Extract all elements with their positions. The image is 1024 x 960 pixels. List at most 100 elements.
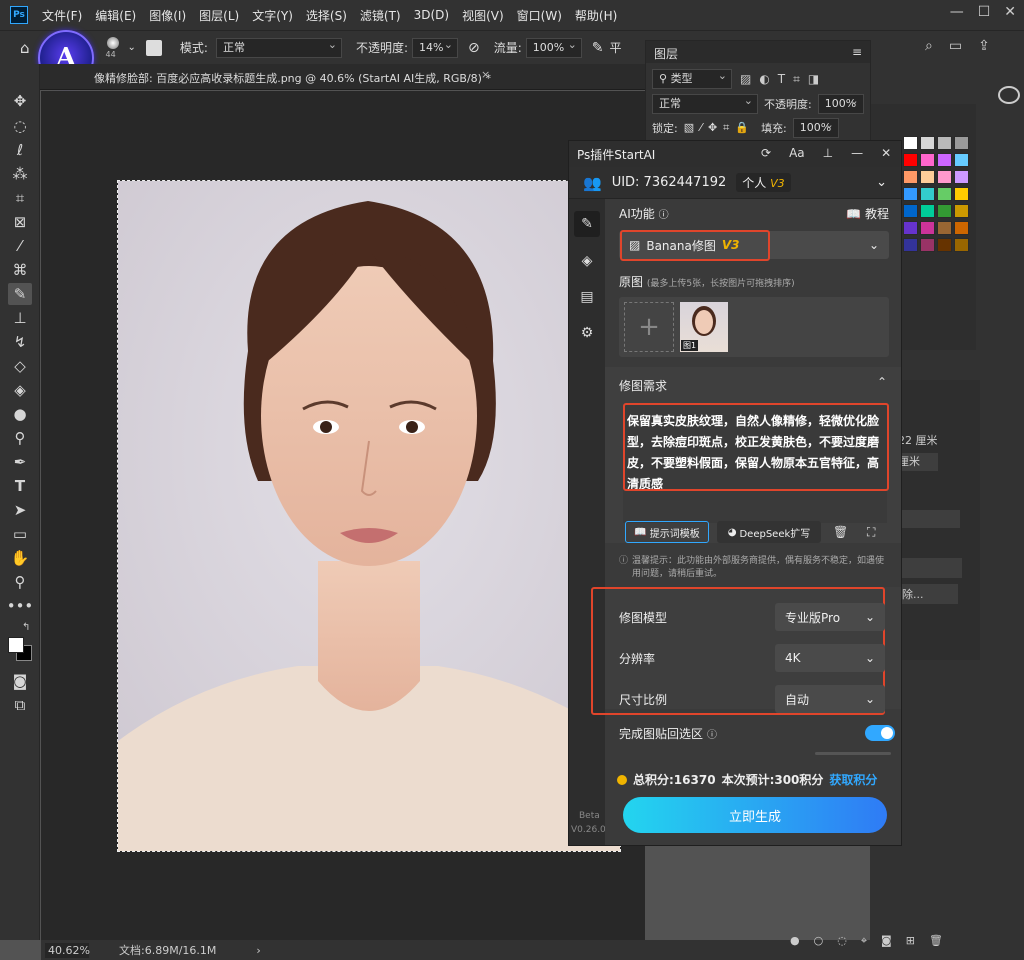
props-field-2[interactable] <box>900 558 962 578</box>
color-swatch[interactable] <box>920 238 935 252</box>
layer-filter-select[interactable]: ⚲ 类型 <box>652 67 732 89</box>
font-size-icon[interactable]: Aa <box>789 146 805 160</box>
info-icon[interactable]: ⓘ <box>659 210 669 221</box>
pin-icon[interactable]: ⊥ <box>823 146 833 160</box>
mode-select[interactable]: 正常 <box>215 36 342 58</box>
more-tools-icon[interactable]: ••• <box>7 595 34 617</box>
maximize-icon[interactable]: ☐ <box>978 4 991 20</box>
quick-mask-icon[interactable]: ◙ <box>8 670 32 692</box>
trash-icon[interactable]: 🗑 <box>929 934 943 948</box>
new-layer-icon[interactable]: ⊞ <box>906 934 915 948</box>
generate-button[interactable]: 立即生成 <box>623 797 887 833</box>
type-tool-icon[interactable]: T <box>8 475 32 497</box>
color-swatch[interactable] <box>920 136 935 150</box>
status-arrow-icon[interactable]: › <box>256 944 260 957</box>
menu-filter[interactable]: 滤镜(T) <box>360 7 401 24</box>
color-swatch[interactable] <box>954 221 969 235</box>
brush-settings-icon[interactable] <box>145 39 162 56</box>
zoom-tool-icon[interactable]: ⚲ <box>8 571 32 593</box>
get-points-link[interactable]: 获取积分 <box>829 771 877 788</box>
eyedropper-tool-icon[interactable]: ⁄ <box>8 235 32 257</box>
swap-colors-icon[interactable]: ↰ <box>22 622 30 633</box>
menu-edit[interactable]: 编辑(E) <box>95 7 136 24</box>
settings-gear-icon[interactable]: ⚙ <box>577 323 597 343</box>
color-swatch[interactable] <box>920 170 935 184</box>
color-swatch[interactable] <box>903 221 918 235</box>
props-field-1[interactable] <box>900 510 960 528</box>
dodge-tool-icon[interactable]: ⚲ <box>8 427 32 449</box>
layers-tab[interactable]: 图层 ≡ <box>646 41 870 63</box>
color-swatch[interactable] <box>954 187 969 201</box>
frame-tool-icon[interactable]: ⊠ <box>8 211 32 233</box>
brush-preset-icon[interactable]: 44 <box>100 35 126 61</box>
blend-mode-select[interactable]: 正常 <box>652 92 758 114</box>
home-icon[interactable]: ⌂ <box>20 39 30 57</box>
close-icon[interactable]: ✕ <box>881 146 891 160</box>
stamp-tool-icon[interactable]: ⊥ <box>8 307 32 329</box>
color-swatch[interactable] <box>937 136 952 150</box>
brush-tool-icon[interactable]: ✎ <box>8 283 32 305</box>
color-swatch[interactable] <box>903 170 918 184</box>
paint-bucket-tool-icon[interactable]: ◈ <box>8 379 32 401</box>
document-tab[interactable]: 像精修脸部: 百度必应高收录标题生成.png @ 40.6% (StartAI … <box>40 64 645 90</box>
color-swatch[interactable] <box>937 204 952 218</box>
color-swatch[interactable] <box>954 153 969 167</box>
info-icon[interactable]: ⓘ <box>707 726 717 741</box>
color-swatch[interactable] <box>954 170 969 184</box>
color-swatch[interactable] <box>903 153 918 167</box>
color-swatch[interactable] <box>920 153 935 167</box>
color-swatch[interactable] <box>937 170 952 184</box>
foreground-color[interactable] <box>8 637 24 653</box>
crop-tool-icon[interactable]: ⌗ <box>8 187 32 209</box>
zoom-level[interactable]: 40.62% <box>45 942 90 958</box>
cc-libraries-icon[interactable] <box>998 86 1020 104</box>
edit-icon[interactable]: ✎ <box>574 211 600 237</box>
menu-select[interactable]: 选择(S) <box>306 7 347 24</box>
lock-icons[interactable]: ▧⁄✥⌗🔒 <box>684 121 755 135</box>
menu-window[interactable]: 窗口(W) <box>517 7 562 24</box>
chevron-down-icon[interactable]: ⌄ <box>128 42 136 53</box>
blur-tool-icon[interactable]: ● <box>8 403 32 425</box>
filter-icons[interactable]: ▨◐T⌗◨ <box>740 72 827 87</box>
color-swatch[interactable] <box>903 187 918 201</box>
history-brush-tool-icon[interactable]: ↯ <box>8 331 32 353</box>
layers-stack-icon[interactable]: ◈ <box>577 251 597 271</box>
eraser-tool-icon[interactable]: ◇ <box>8 355 32 377</box>
ratio-select[interactable]: 自动 ⌄ <box>775 685 885 713</box>
lasso-tool-icon[interactable]: ℓ <box>8 139 32 161</box>
patch-tool-icon[interactable]: ⌘ <box>8 259 32 281</box>
document-icon[interactable]: ▤ <box>577 287 597 307</box>
menu-file[interactable]: 文件(F) <box>42 7 82 24</box>
color-swatch[interactable] <box>920 221 935 235</box>
portrait-photo[interactable] <box>117 180 621 852</box>
color-swatch[interactable] <box>954 204 969 218</box>
menu-3d[interactable]: 3D(D) <box>414 8 449 22</box>
collapse-icon[interactable]: ⌃ <box>877 375 887 389</box>
color-swatch[interactable] <box>954 238 969 252</box>
color-swatch[interactable] <box>903 238 918 252</box>
color-swatch[interactable] <box>954 136 969 150</box>
layer-opacity-input[interactable]: 100% <box>817 92 864 114</box>
resolution-select[interactable]: 4K ⌄ <box>775 644 885 672</box>
close-icon[interactable]: ✕ <box>1004 4 1016 20</box>
menu-view[interactable]: 视图(V) <box>462 7 504 24</box>
menu-layer[interactable]: 图层(L) <box>199 7 239 24</box>
refresh-icon[interactable]: ⟳ <box>761 146 771 160</box>
color-swatch[interactable] <box>937 238 952 252</box>
rectangle-tool-icon[interactable]: ▭ <box>8 523 32 545</box>
flow-input[interactable]: 100% <box>525 36 582 58</box>
menu-help[interactable]: 帮助(H) <box>575 7 617 24</box>
paste-back-toggle[interactable] <box>865 725 895 741</box>
mask-icon[interactable]: ◙ <box>881 934 892 948</box>
deepseek-expand-button[interactable]: ◕ DeepSeek扩写 <box>717 521 821 543</box>
trash-icon[interactable]: 🗑 <box>833 525 848 539</box>
uploaded-thumbnail[interactable]: 图1 <box>680 302 728 352</box>
move-tool-icon[interactable]: ✥ <box>8 90 32 112</box>
expand-uid-icon[interactable]: ⌄ <box>876 175 887 190</box>
fullscreen-icon[interactable]: ⛶ <box>867 525 875 540</box>
airbrush-icon[interactable]: ✎ <box>592 40 604 56</box>
target-icon[interactable]: ⌖ <box>861 934 867 948</box>
workspace-icon[interactable]: ▭ <box>949 38 962 54</box>
color-swatch[interactable] <box>937 153 952 167</box>
scrollbar[interactable] <box>815 752 891 755</box>
